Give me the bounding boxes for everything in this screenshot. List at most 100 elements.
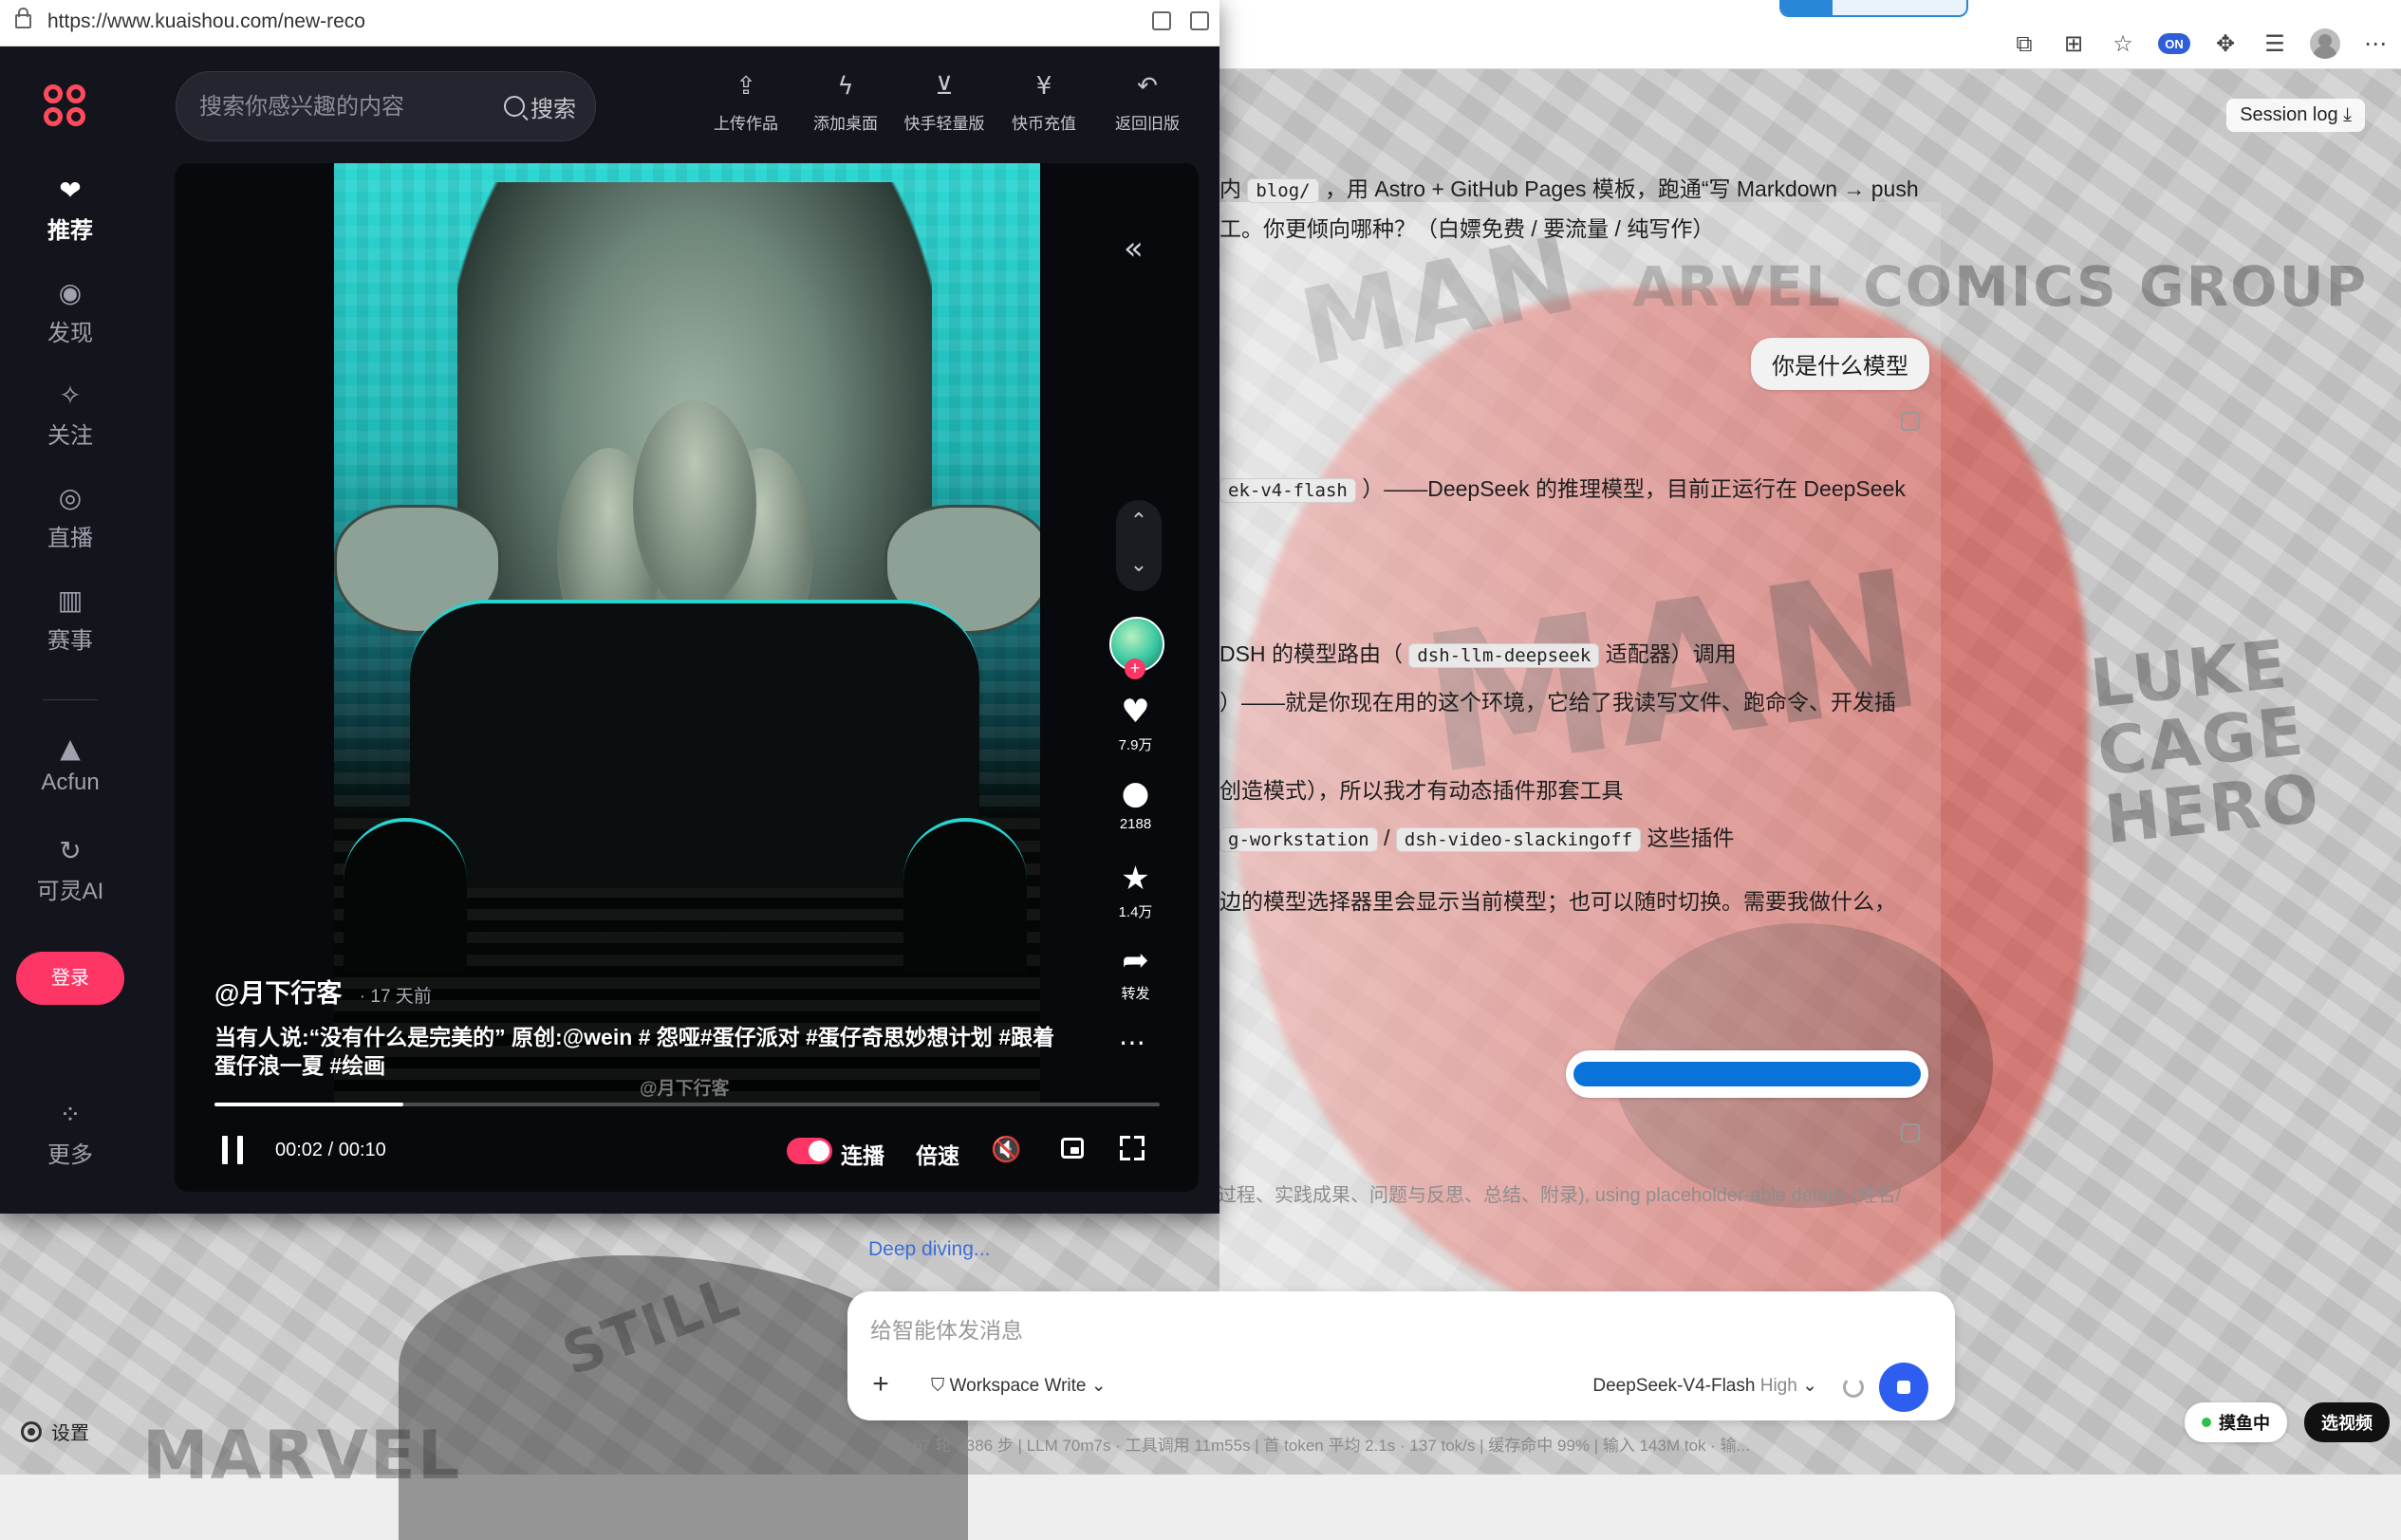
picture-in-picture-icon[interactable] [1061,1138,1084,1159]
sidebar-item-label: 可灵AI [36,879,104,904]
sidebar-item-kling[interactable]: ↻ 可灵AI [0,838,140,905]
sidebar-item-label: 推荐 [47,218,93,244]
lite-version-button[interactable]: ⊻ 快手轻量版 [902,72,987,134]
fullscreen-icon[interactable] [1120,1136,1145,1160]
top-action-label: 快币充值 [1012,115,1076,133]
upload-button[interactable]: ⇪ 上传作品 [703,72,789,134]
profile-avatar[interactable] [2310,28,2340,59]
share-button[interactable]: ➦ 转发 [1100,943,1171,1003]
sparkle-icon: ✧ [59,380,82,411]
autoplay-toggle[interactable] [787,1138,832,1164]
add-attachment-button[interactable]: + [865,1369,897,1401]
choose-video-button[interactable]: 选视频 [2304,1402,2390,1442]
login-button[interactable]: 登录 [16,952,124,1005]
sidebar-item-more[interactable]: ⁘ 更多 [0,1102,140,1169]
search-button[interactable]: 搜索 [504,89,576,123]
reader-mode-icon[interactable] [1190,11,1209,30]
author-name[interactable]: @月下行客 [214,979,342,1008]
copy-icon[interactable] [1901,1123,1920,1142]
like-button[interactable]: ♥ 7.9万 [1100,695,1171,754]
favorite-button[interactable]: ★ 1.4万 [1100,862,1171,921]
upload-icon: ⇪ [735,72,756,101]
sidebar-item-acfun[interactable]: ▲ Acfun [0,735,140,796]
workspace-mode-label: Workspace Write [949,1376,1087,1396]
video-caption: @月下行客 · 17 天前 当有人说:“没有什么是完美的” 原创:@wein #… [214,973,1069,1080]
settings-button[interactable]: 设置 [21,1418,89,1445]
faded-message-line: 过程、实践成果、问题与反思、总结、附录), using placeholder-… [1218,1185,1902,1206]
sidebar-item-label: 更多 [47,1142,93,1168]
session-log-button[interactable]: Session log ⤓ [2226,99,2365,132]
extension-on-badge[interactable]: ON [2158,33,2190,54]
sidebar-item-follow[interactable]: ✧ 关注 [0,382,140,450]
mute-icon[interactable]: 🔇 [991,1135,1021,1165]
apps-icon[interactable]: ⊞ [2059,29,2088,58]
favorites-icon[interactable]: ☰ [2261,29,2289,58]
inline-code: dsh-video-slackingoff [1395,827,1642,852]
lock-icon [15,8,31,28]
coin-icon: ¥ [1035,72,1052,101]
top-action-label: 上传作品 [714,115,778,133]
redacted-bubble [1566,1050,1928,1098]
time-separator: / [327,1140,339,1160]
wallpaper-art: LUKE CAGE HERO [2086,624,2325,860]
chat-text: ，用 Astro + GitHub Pages 模板，跑通“写 Markdown… [1324,176,1919,201]
previous-video-icon[interactable]: ⌃ [1116,500,1162,544]
old-version-button[interactable]: ↶ 返回旧版 [1105,72,1190,134]
collapse-panel-icon[interactable]: « [1124,230,1144,268]
workspace-mode-select[interactable]: ⛉ Workspace Write ⌄ [931,1375,1107,1397]
search-box: 搜索 [176,71,596,141]
gear-icon [21,1420,42,1442]
sidebar-item-discover[interactable]: ◉ 发现 [0,280,140,347]
status-pill[interactable]: 摸鱼中 [2185,1402,2287,1442]
star-icon[interactable]: ☆ [2109,29,2137,58]
like-count: 7.9万 [1118,737,1153,753]
sidebar-divider [43,699,98,700]
favorite-count: 1.4万 [1118,904,1153,920]
next-video-icon[interactable]: ⌄ [1116,544,1162,587]
sidebar-item-events[interactable]: ▥ 赛事 [0,587,140,655]
video-frame[interactable] [334,163,1040,1103]
kuaishou-logo[interactable] [42,83,89,130]
video-player: @月下行客 « ⌃ ⌄ + ♥ 7.9万 ● 2188 ★ 1.4万 ➦ 转发 … [175,163,1199,1192]
add-desktop-button[interactable]: ϟ 添加桌面 [803,72,888,134]
video-chair [410,600,979,888]
post-time: · 17 天前 [359,987,432,1007]
more-menu-icon[interactable]: ⋯ [2361,29,2390,58]
chevron-down-icon: ⌄ [1802,1376,1817,1396]
follow-plus-icon[interactable]: + [1125,659,1145,679]
more-options-icon[interactable]: ⋯ [1119,1027,1147,1058]
copy-icon[interactable] [1901,412,1920,431]
sidebar-item-label: Acfun [41,770,100,795]
chevron-down-icon: ⌄ [1090,1376,1107,1396]
trophy-icon: ▥ [57,584,84,616]
app-available-icon[interactable] [1152,11,1171,30]
recharge-button[interactable]: ¥ 快币充值 [1001,72,1087,134]
translate-icon[interactable]: ⧉ [2010,29,2038,58]
search-icon [504,96,525,117]
sidebar-item-label: 赛事 [47,628,93,654]
message-input[interactable]: 给智能体发消息 [870,1312,1023,1345]
acfun-icon: ▲ [60,733,81,764]
kuaishou-sidebar: ❤ 推荐 ◉ 发现 ✧ 关注 ◎ 直播 ▥ 赛事 ▲ Acfun ↻ 可灵AI … [0,46,140,1214]
settings-label: 设置 [51,1423,89,1444]
stop-generation-button[interactable] [1879,1363,1928,1412]
extensions-icon[interactable]: ✥ [2211,29,2240,58]
video-hair-curl [633,400,756,609]
share-arrow-icon: ➦ [1122,941,1149,979]
search-input[interactable] [197,89,467,125]
chat-text: 内 [1219,176,1241,201]
video-progress-bar[interactable] [214,1103,1160,1106]
sidebar-item-label: 直播 [47,526,93,551]
url-text[interactable]: https://www.kuaishou.com/new-reco [47,10,365,33]
sidebar-item-recommend[interactable]: ❤ 推荐 [0,177,140,245]
search-button-label: 搜索 [530,96,576,122]
comment-button[interactable]: ● 2188 [1100,776,1171,832]
pause-icon[interactable] [222,1136,243,1164]
chat-text: ）——DeepSeek 的推理模型，目前正运行在 DeepSeek [1362,476,1906,501]
playback-speed-button[interactable]: 倍速 [916,1138,959,1170]
sidebar-item-live[interactable]: ◎ 直播 [0,485,140,552]
download-icon: ⊻ [935,72,954,101]
active-tab-indicator[interactable] [1779,0,1968,17]
chat-text: / [1384,826,1390,850]
model-select[interactable]: DeepSeek-V4-Flash High ⌄ [1592,1375,1817,1397]
